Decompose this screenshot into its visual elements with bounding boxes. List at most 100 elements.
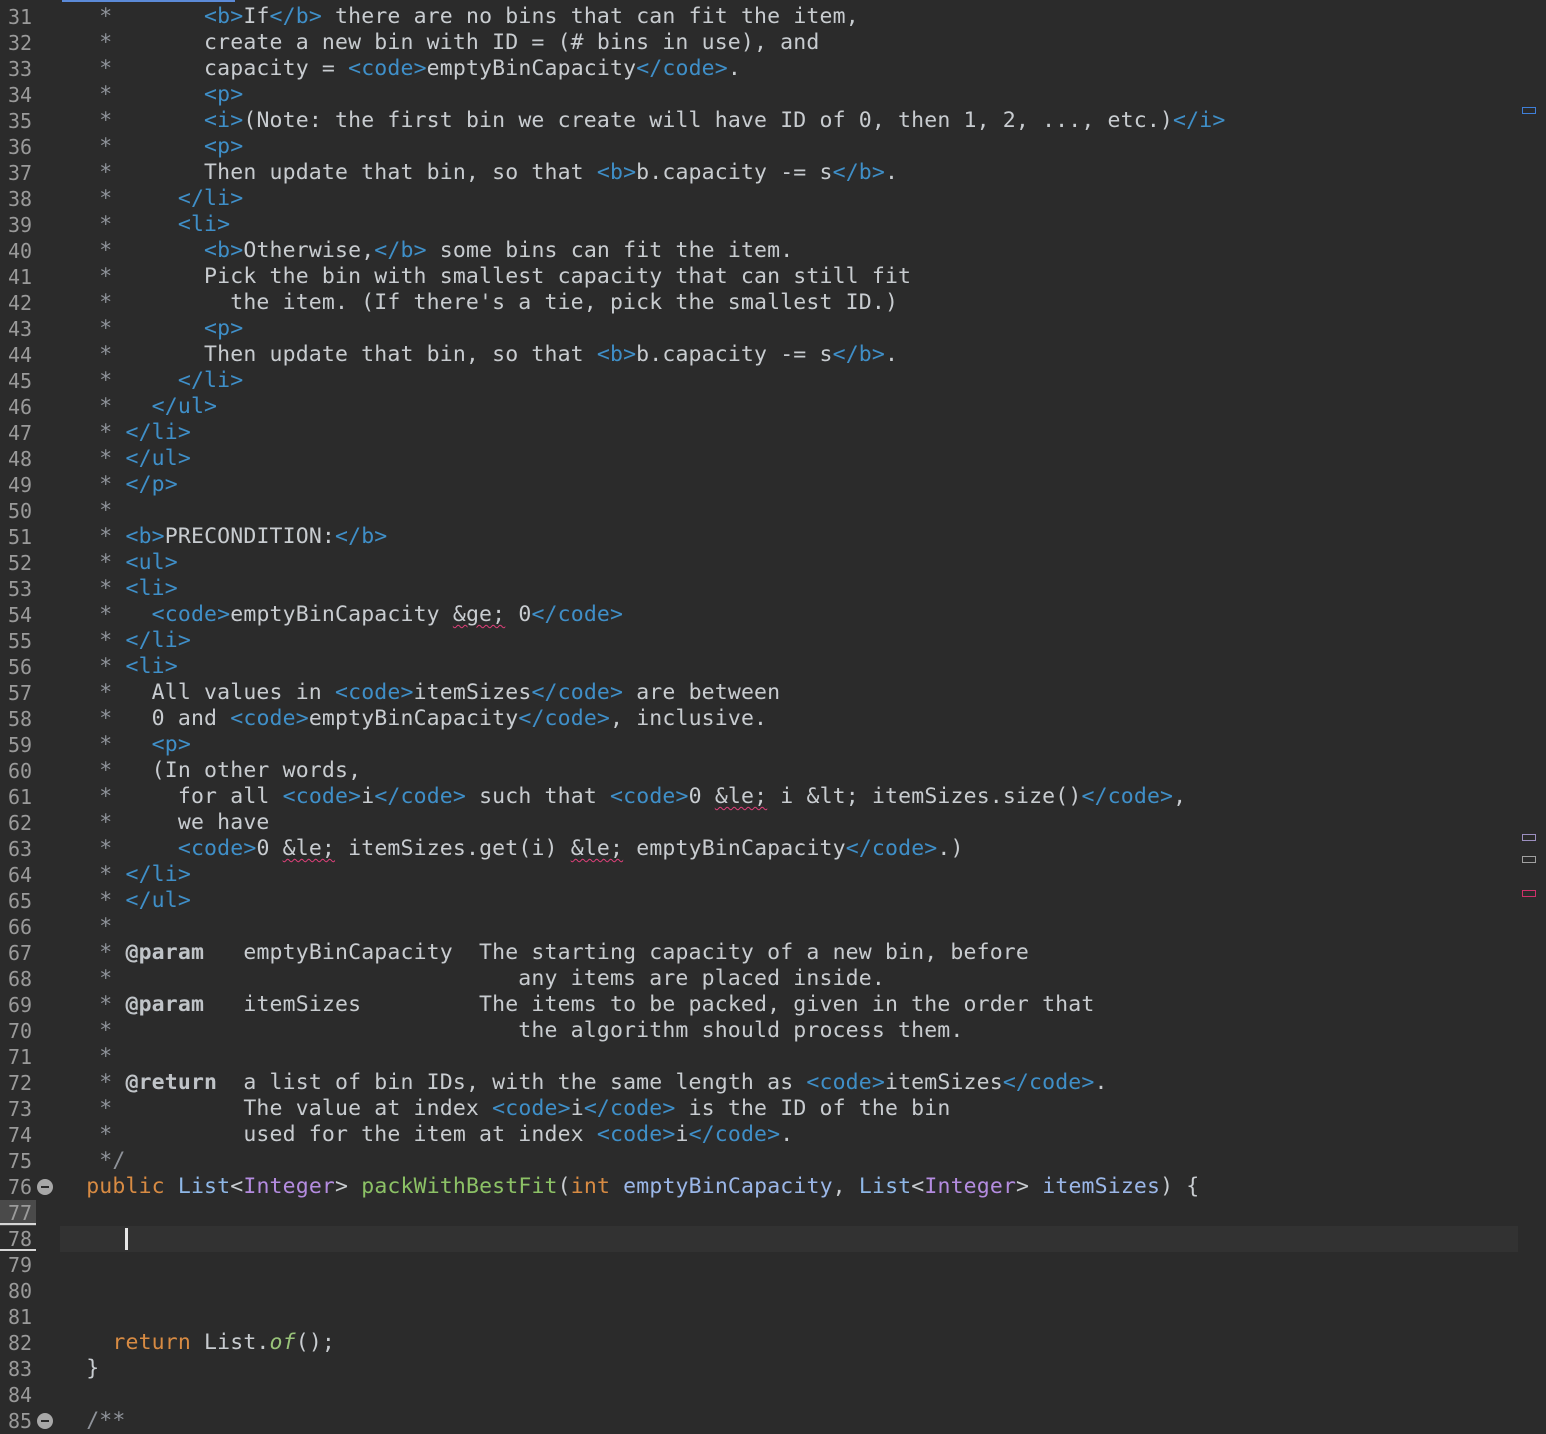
code-line[interactable]: 74 * used for the item at index <code>i<… (0, 1122, 1520, 1148)
code-line[interactable]: 73 * The value at index <code>i</code> i… (0, 1096, 1520, 1122)
code-text[interactable]: * </ul> (60, 394, 217, 420)
code-line[interactable]: 81 (0, 1304, 1520, 1330)
code-line[interactable]: 47 * </li> (0, 420, 1520, 446)
code-line[interactable]: 56 * <li> (0, 654, 1520, 680)
code-line[interactable]: 31 * <b>If</b> there are no bins that ca… (0, 4, 1520, 30)
code-text[interactable]: * (In other words, (60, 758, 361, 784)
code-line[interactable]: 62 * we have (0, 810, 1520, 836)
scrollbar-marker-purple[interactable] (1522, 834, 1536, 841)
code-line[interactable]: 40 * <b>Otherwise,</b> some bins can fit… (0, 238, 1520, 264)
code-line[interactable]: 44 * Then update that bin, so that <b>b.… (0, 342, 1520, 368)
code-text[interactable]: * </li> (60, 420, 191, 446)
code-line[interactable]: 45 * </li> (0, 368, 1520, 394)
code-line[interactable]: 68 * any items are placed inside. (0, 966, 1520, 992)
code-text[interactable]: * <ul> (60, 550, 178, 576)
code-text[interactable]: * </ul> (60, 446, 191, 472)
code-line[interactable]: 77 (0, 1200, 1520, 1226)
code-text[interactable]: * for all <code>i</code> such that <code… (60, 784, 1186, 810)
code-text[interactable]: * <p> (60, 732, 191, 758)
scrollbar-marker-blue[interactable] (1522, 107, 1536, 114)
code-line[interactable]: 46 * </ul> (0, 394, 1520, 420)
code-text[interactable]: * (60, 498, 112, 524)
code-text[interactable]: * <b>Otherwise,</b> some bins can fit th… (60, 238, 793, 264)
code-line[interactable]: 34 * <p> (0, 82, 1520, 108)
code-line[interactable]: 75 */ (0, 1148, 1520, 1174)
code-line[interactable]: 69 * @param itemSizes The items to be pa… (0, 992, 1520, 1018)
code-text[interactable]: * </li> (60, 862, 191, 888)
fold-toggle-icon[interactable] (37, 1413, 53, 1429)
code-line[interactable]: 37 * Then update that bin, so that <b>b.… (0, 160, 1520, 186)
code-line[interactable]: 50 * (0, 498, 1520, 524)
code-text[interactable]: * </ul> (60, 888, 191, 914)
code-text[interactable]: * Then update that bin, so that <b>b.cap… (60, 342, 898, 368)
code-line[interactable]: 72 * @return a list of bin IDs, with the… (0, 1070, 1520, 1096)
code-line[interactable]: 54 * <code>emptyBinCapacity &ge; 0</code… (0, 602, 1520, 628)
code-text[interactable]: * @param itemSizes The items to be packe… (60, 992, 1094, 1018)
code-text[interactable]: * The value at index <code>i</code> is t… (60, 1096, 950, 1122)
code-line[interactable]: 55 * </li> (0, 628, 1520, 654)
code-text[interactable]: * used for the item at index <code>i</co… (60, 1122, 793, 1148)
code-text[interactable]: * (60, 914, 112, 940)
code-text[interactable]: */ (60, 1148, 125, 1174)
code-text[interactable]: * </li> (60, 368, 243, 394)
code-line[interactable]: 38 * </li> (0, 186, 1520, 212)
scrollbar-marker-red[interactable] (1522, 890, 1536, 897)
code-text[interactable]: * <p> (60, 316, 243, 342)
code-line[interactable]: 33 * capacity = <code>emptyBinCapacity</… (0, 56, 1520, 82)
code-text[interactable]: * <p> (60, 134, 243, 160)
code-line[interactable]: 84 (0, 1382, 1520, 1408)
code-text[interactable]: * <li> (60, 654, 178, 680)
fold-toggle-icon[interactable] (37, 1179, 53, 1195)
code-text[interactable]: * <li> (60, 212, 230, 238)
code-line[interactable]: 32 * create a new bin with ID = (# bins … (0, 30, 1520, 56)
code-text[interactable]: * </li> (60, 186, 243, 212)
code-line[interactable]: 65 * </ul> (0, 888, 1520, 914)
code-line[interactable]: 80 (0, 1278, 1520, 1304)
code-line[interactable]: 58 * 0 and <code>emptyBinCapacity</code>… (0, 706, 1520, 732)
code-line[interactable]: 63 * <code>0 &le; itemSizes.get(i) &le; … (0, 836, 1520, 862)
code-line[interactable]: 41 * Pick the bin with smallest capacity… (0, 264, 1520, 290)
code-text[interactable]: * @return a list of bin IDs, with the sa… (60, 1070, 1108, 1096)
code-editor[interactable]: 31 * <b>If</b> there are no bins that ca… (0, 0, 1546, 1433)
code-line[interactable]: 67 * @param emptyBinCapacity The startin… (0, 940, 1520, 966)
code-line[interactable]: 48 * </ul> (0, 446, 1520, 472)
code-line[interactable]: 76 public List<Integer> packWithBestFit(… (0, 1174, 1520, 1200)
code-line[interactable]: 39 * <li> (0, 212, 1520, 238)
code-text[interactable]: * <i>(Note: the first bin we create will… (60, 108, 1225, 134)
code-line[interactable]: 49 * </p> (0, 472, 1520, 498)
code-line[interactable]: 51 * <b>PRECONDITION:</b> (0, 524, 1520, 550)
code-line[interactable]: 42 * the item. (If there's a tie, pick t… (0, 290, 1520, 316)
code-text[interactable]: * create a new bin with ID = (# bins in … (60, 30, 819, 56)
code-text[interactable]: * <b>If</b> there are no bins that can f… (60, 4, 859, 30)
scrollbar-marker-gray[interactable] (1522, 856, 1536, 863)
code-text[interactable]: * capacity = <code>emptyBinCapacity</cod… (60, 56, 741, 82)
code-text[interactable]: * <li> (60, 576, 178, 602)
code-text[interactable]: * we have (60, 810, 270, 836)
code-text[interactable]: * </p> (60, 472, 178, 498)
code-line[interactable]: 64 * </li> (0, 862, 1520, 888)
code-line[interactable]: 53 * <li> (0, 576, 1520, 602)
code-line[interactable]: 43 * <p> (0, 316, 1520, 342)
code-text[interactable]: * the item. (If there's a tie, pick the … (60, 290, 898, 316)
code-line[interactable]: 70 * the algorithm should process them. (0, 1018, 1520, 1044)
code-line[interactable]: 52 * <ul> (0, 550, 1520, 576)
code-line[interactable]: 78 (0, 1226, 1520, 1252)
code-line[interactable]: 79 (0, 1252, 1520, 1278)
code-line[interactable]: 82 return List.of(); (0, 1330, 1520, 1356)
code-line[interactable]: 61 * for all <code>i</code> such that <c… (0, 784, 1520, 810)
code-text[interactable]: * All values in <code>itemSizes</code> a… (60, 680, 780, 706)
code-text[interactable]: * <code>emptyBinCapacity &ge; 0</code> (60, 602, 623, 628)
code-text[interactable]: return List.of(); (60, 1330, 335, 1356)
code-line[interactable]: 66 * (0, 914, 1520, 940)
code-text[interactable]: * <code>0 &le; itemSizes.get(i) &le; emp… (60, 836, 964, 862)
code-line[interactable]: 71 * (0, 1044, 1520, 1070)
code-text[interactable]: public List<Integer> packWithBestFit(int… (60, 1174, 1199, 1200)
code-line[interactable]: 60 * (In other words, (0, 758, 1520, 784)
code-text[interactable]: * 0 and <code>emptyBinCapacity</code>, i… (60, 706, 767, 732)
code-text[interactable]: * <b>PRECONDITION:</b> (60, 524, 387, 550)
code-line[interactable]: 35 * <i>(Note: the first bin we create w… (0, 108, 1520, 134)
code-text[interactable]: * Pick the bin with smallest capacity th… (60, 264, 911, 290)
code-line[interactable]: 57 * All values in <code>itemSizes</code… (0, 680, 1520, 706)
code-text[interactable]: * Then update that bin, so that <b>b.cap… (60, 160, 898, 186)
code-line[interactable]: 59 * <p> (0, 732, 1520, 758)
